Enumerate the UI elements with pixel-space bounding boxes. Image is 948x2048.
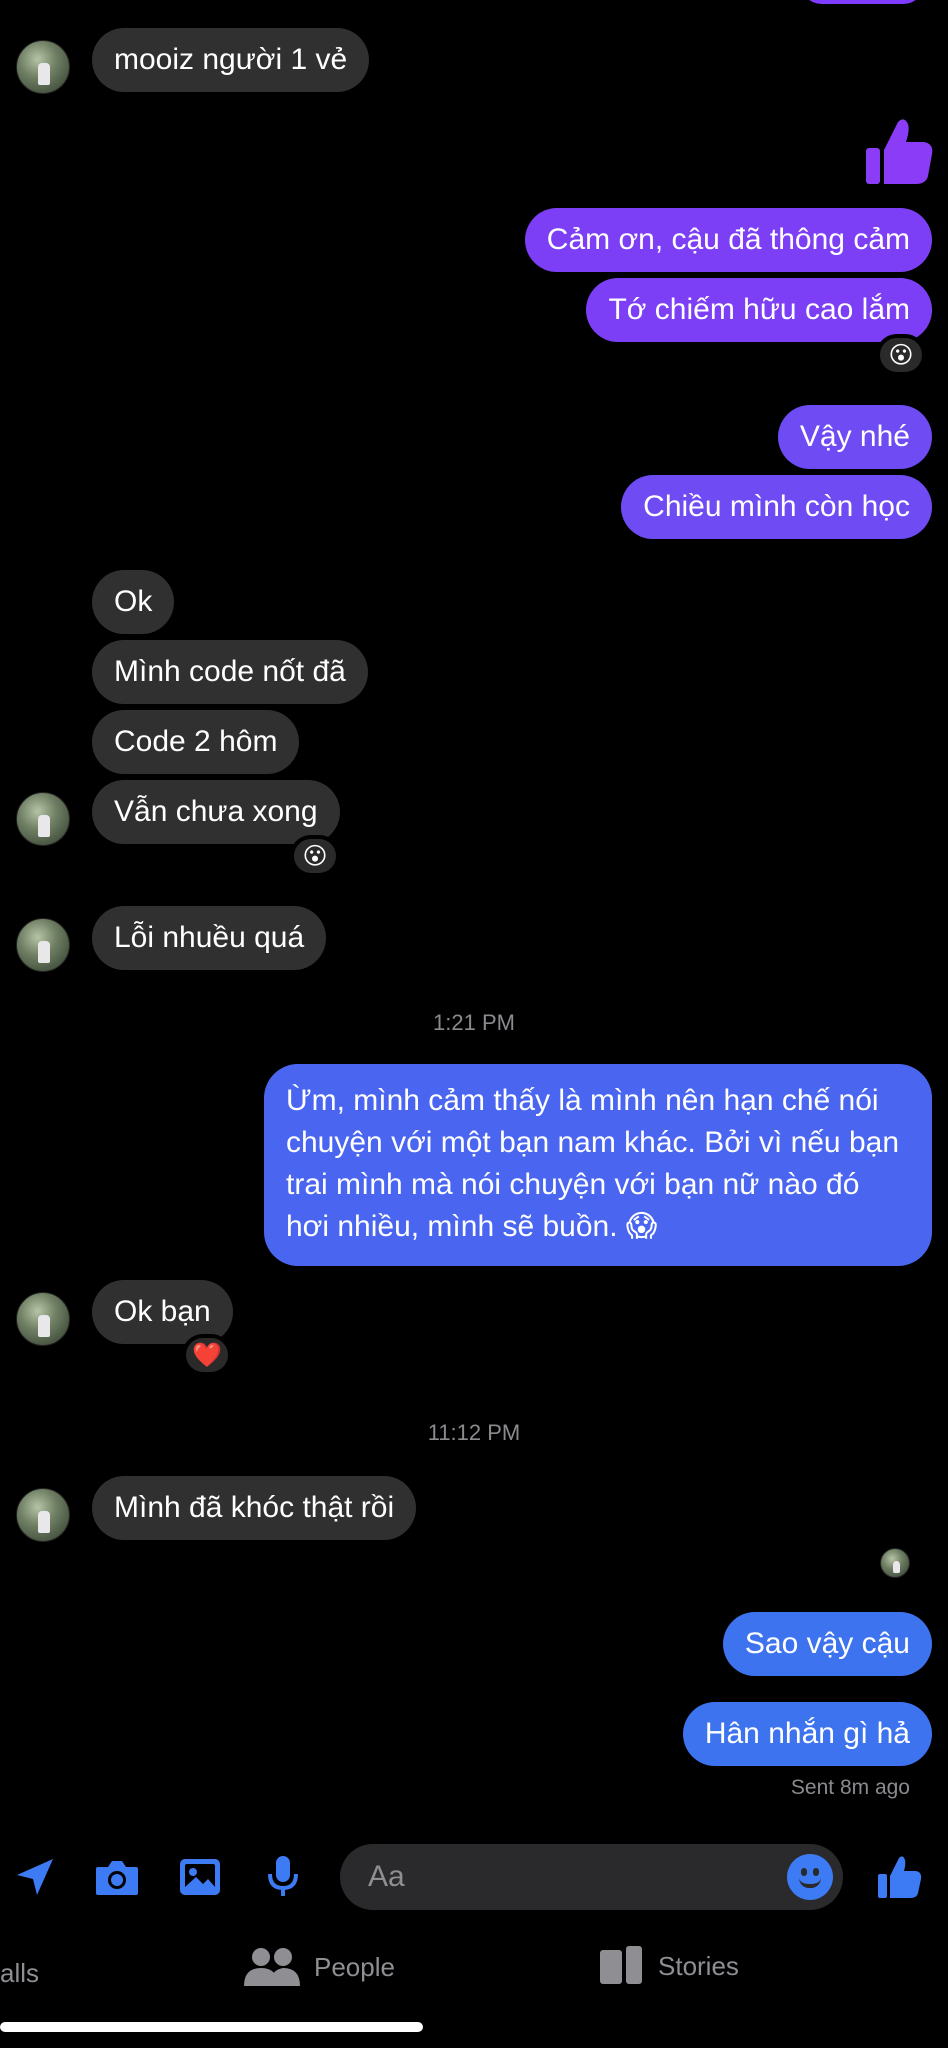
contact-avatar[interactable] [16, 1292, 70, 1346]
contact-avatar[interactable] [16, 792, 70, 846]
tab-calls-label: alls [0, 1958, 40, 1988]
incoming-message[interactable]: Mình code nốt đã [92, 640, 368, 704]
previous-message-bubble [800, 0, 925, 4]
incoming-message[interactable]: Mình đã khóc thật rồi [92, 1476, 417, 1540]
home-indicator [0, 2022, 423, 2032]
incoming-message[interactable]: mooiz người 1 vẻ [92, 28, 370, 92]
people-icon [244, 1948, 300, 1986]
reaction-badge[interactable]: 😮 [290, 835, 340, 877]
bottom-tab-bar: alls People Stories [0, 1940, 948, 2010]
messenger-chat-screen: mooiz người 1 vẻ Cảm ơn, cậu đã thông cả… [0, 0, 948, 2048]
message-input[interactable]: Aa [340, 1844, 843, 1910]
outgoing-message[interactable]: Sao vậy cậu [722, 1612, 932, 1676]
outgoing-message[interactable]: Ừm, mình cảm thấy là mình nên hạn chế nó… [264, 1064, 932, 1266]
like-thumbs-up-icon[interactable] [874, 1852, 924, 1902]
contact-avatar[interactable] [16, 918, 70, 972]
thumbs-up-icon[interactable] [864, 116, 934, 188]
tab-stories-label: Stories [658, 1950, 739, 1981]
timestamp: 1:21 PM [433, 1010, 515, 1035]
outgoing-message[interactable]: Chiều mình còn học [621, 475, 932, 539]
read-receipt-avatar [880, 1548, 910, 1578]
incoming-message[interactable]: Lỗi nhuều quá [92, 906, 327, 970]
message-input-placeholder: Aa [368, 1860, 405, 1893]
outgoing-message[interactable]: Hân nhắn gì hả [682, 1702, 932, 1766]
tab-people-label: People [314, 1951, 395, 1982]
reaction-badge[interactable]: ❤️ [182, 1334, 232, 1376]
contact-avatar[interactable] [16, 40, 70, 94]
incoming-message[interactable]: Vẫn chưa xong [92, 780, 340, 844]
emoji-icon[interactable] [787, 1854, 833, 1900]
tab-stories[interactable]: Stories [600, 1946, 739, 1986]
sent-status: Sent 8m ago [790, 1776, 910, 1799]
incoming-message[interactable]: Code 2 hôm [92, 710, 300, 774]
camera-icon[interactable] [92, 1852, 142, 1902]
timestamp: 11:12 PM [427, 1420, 521, 1445]
incoming-message[interactable]: Ok [92, 570, 175, 634]
tab-calls[interactable]: alls [0, 1958, 39, 1989]
photo-icon[interactable] [175, 1852, 225, 1902]
outgoing-message[interactable]: Cảm ơn, cậu đã thông cảm [524, 208, 932, 272]
stories-icon [600, 1946, 642, 1984]
contact-avatar[interactable] [16, 1488, 70, 1542]
tab-people[interactable]: People [244, 1946, 395, 1988]
outgoing-message[interactable]: Tớ chiếm hữu cao lắm [586, 278, 932, 342]
message-composer: Aa [0, 1842, 948, 1912]
microphone-icon[interactable] [258, 1852, 308, 1902]
location-arrow-icon[interactable] [10, 1852, 60, 1902]
outgoing-message[interactable]: Vậy nhé [777, 405, 932, 469]
reaction-badge[interactable]: 😮 [876, 334, 926, 376]
